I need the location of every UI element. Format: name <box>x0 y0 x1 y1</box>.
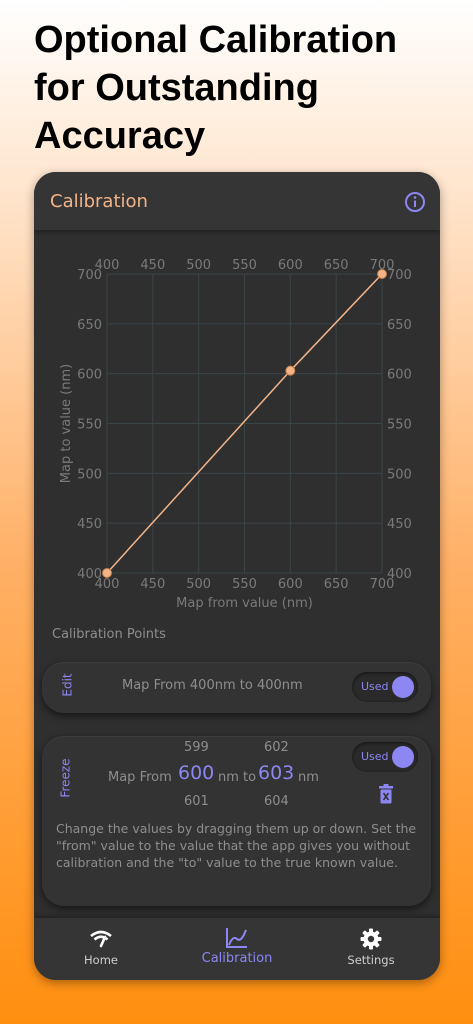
to-label: nm to <box>218 770 257 785</box>
data-point <box>377 269 387 279</box>
y-axis-label: Map to value (nm) <box>59 364 74 483</box>
y-tick-label-right: 700 <box>387 268 412 283</box>
data-point <box>102 568 112 578</box>
nav-calibration[interactable]: Calibration <box>177 918 297 980</box>
home-signal-icon <box>90 930 112 948</box>
bottom-navigation: Home Calibration Settings <box>34 918 440 980</box>
app-screen: Calibration 400 400 450 450 500 500 550 550 600 6… <box>34 172 440 980</box>
unit-label: nm <box>298 770 319 785</box>
to-value-below[interactable]: 604 <box>264 794 289 809</box>
used-toggle[interactable]: Used <box>352 672 418 702</box>
from-value-above[interactable]: 599 <box>184 740 209 755</box>
y-tick-label: 400 <box>77 567 102 582</box>
x-tick-label: 500 <box>186 577 211 592</box>
nav-home-label: Home <box>84 953 118 967</box>
toggle-label: Used <box>361 750 389 763</box>
calibration-point-card: Edit Map From 400nm to 400nm Used <box>42 662 431 713</box>
y-tick-label: 550 <box>77 418 102 433</box>
y-tick-label-right: 600 <box>387 368 412 383</box>
chart-line-icon <box>226 928 247 948</box>
x-tick-label: 600 <box>278 577 303 592</box>
x-tick-label-top: 550 <box>232 258 257 273</box>
y-tick-label-right: 650 <box>387 318 412 333</box>
edit-mode-button[interactable]: Edit <box>61 673 75 696</box>
freeze-mode-button[interactable]: Freeze <box>59 758 73 797</box>
headline: Optional Calibration for Outstanding Acc… <box>34 19 398 157</box>
y-tick-label-right: 500 <box>387 467 412 482</box>
x-tick-label: 650 <box>324 577 349 592</box>
y-tick-label: 500 <box>77 467 102 482</box>
from-value-picker[interactable]: 600 <box>178 762 214 784</box>
calibration-point-card-editing: Freeze Map From 599 600 601 nm to 602 60… <box>42 736 431 906</box>
nav-settings[interactable]: Settings <box>311 918 431 980</box>
y-tick-label: 600 <box>77 368 102 383</box>
help-text: Change the values by dragging them up or… <box>56 821 417 870</box>
y-tick-label-right: 550 <box>387 418 412 433</box>
toggle-label: Used <box>361 680 389 693</box>
x-tick-label: 450 <box>140 577 165 592</box>
mapping-text: Map From 400nm to 400nm <box>122 678 303 693</box>
nav-home[interactable]: Home <box>41 918 161 980</box>
x-tick-label-top: 650 <box>324 258 349 273</box>
y-tick-label: 450 <box>77 517 102 532</box>
nav-settings-label: Settings <box>347 953 395 967</box>
top-app-bar: Calibration <box>34 172 440 230</box>
used-toggle[interactable]: Used <box>352 742 418 772</box>
to-value-picker[interactable]: 603 <box>258 762 294 784</box>
gear-icon <box>360 928 382 950</box>
info-icon[interactable] <box>404 191 426 213</box>
x-tick-label-top: 600 <box>278 258 303 273</box>
x-tick-label-top: 500 <box>186 258 211 273</box>
toggle-knob <box>392 746 414 768</box>
toggle-knob <box>392 676 414 698</box>
x-axis-label: Map from value (nm) <box>176 596 313 611</box>
y-tick-label-right: 400 <box>387 567 412 582</box>
calibration-chart: 400 400 450 450 500 500 550 550 600 600 650 650 700 7… <box>59 258 412 611</box>
y-tick-label: 700 <box>77 268 102 283</box>
data-point <box>285 365 296 376</box>
to-value-above[interactable]: 602 <box>264 740 289 755</box>
delete-icon[interactable] <box>378 784 394 804</box>
nav-calibration-label: Calibration <box>201 951 273 966</box>
map-from-label: Map From <box>108 770 172 785</box>
page-title: Calibration <box>50 191 148 212</box>
section-label: Calibration Points <box>52 627 166 642</box>
x-tick-label-top: 450 <box>140 258 165 273</box>
y-tick-label-right: 450 <box>387 517 412 532</box>
y-tick-label: 650 <box>77 318 102 333</box>
from-value-below[interactable]: 601 <box>184 794 209 809</box>
x-tick-label: 550 <box>232 577 257 592</box>
